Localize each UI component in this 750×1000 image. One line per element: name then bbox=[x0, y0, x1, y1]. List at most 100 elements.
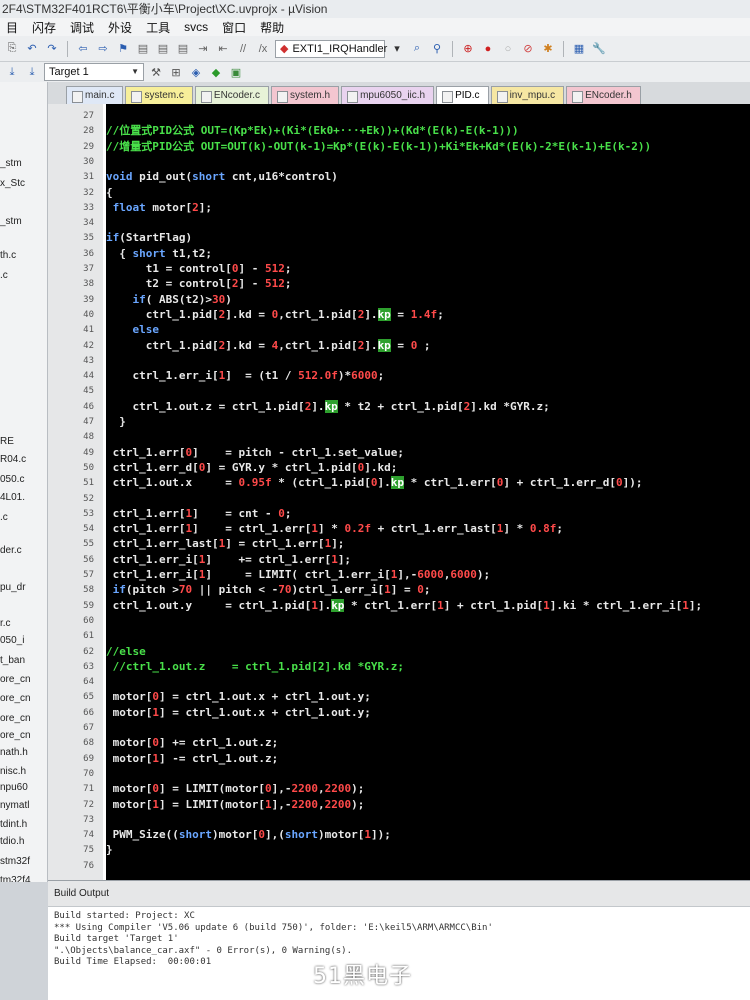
window-layout-icon[interactable]: ▦ bbox=[571, 41, 587, 57]
project-tree-item[interactable]: 050.c bbox=[0, 474, 24, 485]
tab-system-h[interactable]: system.h bbox=[271, 86, 340, 104]
line-number: 69 bbox=[83, 753, 94, 764]
code-token: ] = ctrl_1.out.x + ctrl_1.out.y; bbox=[158, 690, 371, 704]
green-diamond-icon[interactable]: ◆ bbox=[208, 64, 224, 80]
project-tree-item[interactable]: _stm bbox=[0, 158, 22, 169]
menu-item-svcs[interactable]: svcs bbox=[184, 20, 208, 34]
project-tree-item[interactable]: t_ban bbox=[0, 655, 25, 666]
copy-icon[interactable]: ⎘ bbox=[4, 41, 20, 57]
undo-icon[interactable]: ↶ bbox=[24, 41, 40, 57]
code-token: ]; bbox=[337, 552, 352, 566]
code-line: ctrl_1.out.z = ctrl_1.pid[2].kp * t2 + c… bbox=[106, 399, 550, 414]
project-tree-item[interactable]: ore_cn bbox=[0, 674, 31, 685]
code-token: ] += ctrl_1.err[ bbox=[205, 552, 332, 566]
tab-encoder-c[interactable]: ENcoder.c bbox=[194, 86, 270, 104]
menu-item-project[interactable]: 目 bbox=[6, 19, 18, 36]
line-number: 65 bbox=[83, 692, 94, 703]
code-line: motor[0] = LIMIT(motor[0],-2200,2200); bbox=[106, 781, 365, 796]
project-tree-item[interactable]: x_Stc bbox=[0, 178, 25, 189]
code-editor[interactable]: 27 28 29 30 31 32 33 34 35 36 37 38 39 40 41 42 43 44 45 46… bbox=[48, 104, 750, 880]
project-tree-item[interactable]: stm32f bbox=[0, 856, 30, 867]
project-tree-item[interactable]: ore_cn bbox=[0, 693, 31, 704]
project-tree-item[interactable]: nath.h bbox=[0, 747, 28, 758]
build-icon[interactable]: ⤓ bbox=[24, 64, 40, 80]
breakpoint-disable-icon[interactable]: ○ bbox=[500, 41, 516, 57]
target-combo[interactable]: Target 1 ▼ bbox=[44, 63, 144, 81]
project-tree-item[interactable]: _stm bbox=[0, 216, 22, 227]
breakpoint-icon[interactable]: ● bbox=[480, 41, 496, 57]
tab-inv-mpu-c[interactable]: inv_mpu.c bbox=[490, 86, 565, 104]
menu-item-tools[interactable]: 工具 bbox=[146, 19, 170, 36]
project-tree-item[interactable]: 4L01. bbox=[0, 492, 25, 503]
code-line: { short t1,t2; bbox=[106, 246, 212, 261]
menu-item-flash[interactable]: 闪存 bbox=[32, 19, 56, 36]
unindent-icon[interactable]: ⇤ bbox=[215, 41, 231, 57]
bookmark-clear-icon[interactable]: ▤ bbox=[175, 41, 191, 57]
translate-icon[interactable]: ⤓ bbox=[4, 64, 20, 80]
find-in-files-icon[interactable]: ⚲ bbox=[429, 41, 445, 57]
project-tree-item[interactable]: .c bbox=[0, 512, 8, 523]
tab-main-c[interactable]: main.c bbox=[66, 86, 124, 104]
bookmark-next-icon[interactable]: ▤ bbox=[155, 41, 171, 57]
project-tree-item[interactable]: r.c bbox=[0, 618, 11, 629]
project-tree-item[interactable]: R04.c bbox=[0, 454, 26, 465]
bookmark-prev-icon[interactable]: ▤ bbox=[135, 41, 151, 57]
project-tree-item[interactable]: npu60 bbox=[0, 782, 28, 793]
function-combo[interactable]: ◆ EXTI1_IRQHandler bbox=[275, 39, 387, 58]
menu-item-peripherals[interactable]: 外设 bbox=[108, 19, 132, 36]
code-token: 6000 bbox=[351, 369, 378, 383]
code-line: ctrl_1.out.x = 0.95f * (ctrl_1.pid[0].kp… bbox=[106, 475, 642, 490]
menu-item-window[interactable]: 窗口 bbox=[222, 19, 246, 36]
project-tree-item[interactable]: tdint.h bbox=[0, 819, 27, 830]
settings-icon[interactable]: 🔧 bbox=[591, 41, 607, 57]
uncomment-icon[interactable]: /x bbox=[255, 41, 271, 57]
build-output-line: ".\Objects\balance_car.axf" - 0 Error(s)… bbox=[54, 945, 353, 956]
code-area[interactable]: //位置式PID公式 OUT=(Kp*Ek)+(Ki*(Ek0+···+Ek))… bbox=[106, 104, 750, 880]
project-tree-item[interactable]: th.c bbox=[0, 250, 16, 261]
indent-icon[interactable]: ⇥ bbox=[195, 41, 211, 57]
code-token: } bbox=[106, 843, 113, 857]
code-token: ] - bbox=[238, 262, 265, 275]
breakpoint-kill-icon[interactable]: ✱ bbox=[540, 41, 556, 57]
redo-icon[interactable]: ↷ bbox=[44, 41, 60, 57]
project-tree-item[interactable]: .c bbox=[0, 270, 8, 281]
target-options-icon[interactable]: ⚒ bbox=[148, 64, 164, 80]
line-number: 46 bbox=[83, 401, 94, 412]
nav-forward-icon[interactable]: ⇨ bbox=[95, 41, 111, 57]
manage-components-icon[interactable]: ◈ bbox=[188, 64, 204, 80]
nav-back-icon[interactable]: ⇦ bbox=[75, 41, 91, 57]
project-tree-item[interactable]: 050_i bbox=[0, 635, 24, 646]
debug-start-icon[interactable]: ⊕ bbox=[460, 41, 476, 57]
find-icon[interactable]: ⌕ bbox=[409, 41, 425, 57]
file-extensions-icon[interactable]: ⊞ bbox=[168, 64, 184, 80]
bookmark-icon[interactable]: ⚑ bbox=[115, 41, 131, 57]
menu-item-debug[interactable]: 调试 bbox=[70, 19, 94, 36]
tab-system-c[interactable]: system.c bbox=[125, 86, 193, 104]
code-token: ],- bbox=[397, 568, 418, 581]
tab-mpu6050-iic-h[interactable]: mpu6050_iic.h bbox=[341, 86, 435, 104]
code-token: ] = GYR.y * ctrl_1.pid[ bbox=[205, 460, 358, 474]
pack-installer-icon[interactable]: ▣ bbox=[228, 64, 244, 80]
tab-pid-c[interactable]: PID.c bbox=[436, 86, 489, 104]
line-number: 51 bbox=[83, 478, 94, 489]
project-tree-item[interactable]: ore_cn bbox=[0, 713, 31, 724]
code-token: t2 = control[ bbox=[106, 277, 232, 291]
toolbar-separator bbox=[67, 40, 68, 57]
project-tree-item[interactable]: RE bbox=[0, 436, 14, 447]
project-tree-item[interactable]: tm32f4 bbox=[0, 875, 31, 882]
combo-dropdown-icon[interactable]: ▾ bbox=[389, 41, 405, 57]
tab-encoder-h[interactable]: ENcoder.h bbox=[566, 86, 641, 104]
project-tree-item[interactable]: der.c bbox=[0, 545, 22, 556]
project-tree-item[interactable]: ore_cn bbox=[0, 730, 31, 741]
project-tree-item[interactable]: nymatl bbox=[0, 800, 29, 811]
menu-item-help[interactable]: 帮助 bbox=[260, 19, 284, 36]
line-number: 50 bbox=[83, 462, 94, 473]
comment-icon[interactable]: // bbox=[235, 41, 251, 57]
project-tree-item[interactable]: pu_dr bbox=[0, 582, 26, 593]
project-tree-item[interactable]: tdio.h bbox=[0, 836, 24, 847]
breakpoint-clear-icon[interactable]: ⊘ bbox=[520, 41, 536, 57]
project-tree-item[interactable]: nisc.h bbox=[0, 766, 26, 777]
line-number: 44 bbox=[83, 371, 94, 382]
